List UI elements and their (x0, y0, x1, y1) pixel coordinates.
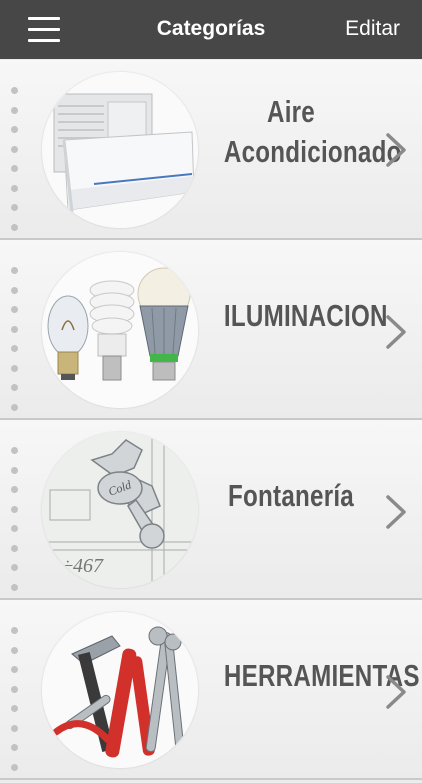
light-bulbs-icon (42, 252, 198, 408)
air-conditioner-icon (42, 72, 198, 228)
category-row-fontaneria[interactable]: ÷467 Cold Fontanería (0, 420, 422, 600)
chevron-right-icon (386, 315, 406, 349)
edit-button[interactable]: Editar (345, 17, 400, 41)
chevron-right-icon (386, 675, 406, 709)
drag-handle-icon[interactable] (11, 627, 18, 783)
faucet-icon: ÷467 Cold (42, 432, 198, 588)
svg-text:÷467: ÷467 (62, 555, 104, 577)
chevron-right-icon (386, 495, 406, 529)
tools-icon (42, 612, 198, 768)
category-label: Aire Acondicionado (223, 94, 402, 169)
category-label: Fontanería (228, 478, 354, 513)
hamburger-menu-icon[interactable] (28, 17, 62, 43)
category-row-herramientas[interactable]: HERRAMIENTAS (0, 600, 422, 780)
drag-handle-icon[interactable] (11, 267, 18, 423)
chevron-right-icon (386, 133, 406, 167)
drag-handle-icon[interactable] (11, 447, 18, 603)
category-row-iluminacion[interactable]: ILUMINACION (0, 240, 422, 420)
category-label: ILUMINACION (223, 298, 388, 333)
category-row-aire-acondicionado[interactable]: Aire Acondicionado (0, 60, 422, 240)
drag-handle-icon[interactable] (11, 87, 18, 243)
category-label: HERRAMIENTAS (223, 658, 420, 693)
navigation-bar: Categorías Editar (0, 0, 422, 59)
